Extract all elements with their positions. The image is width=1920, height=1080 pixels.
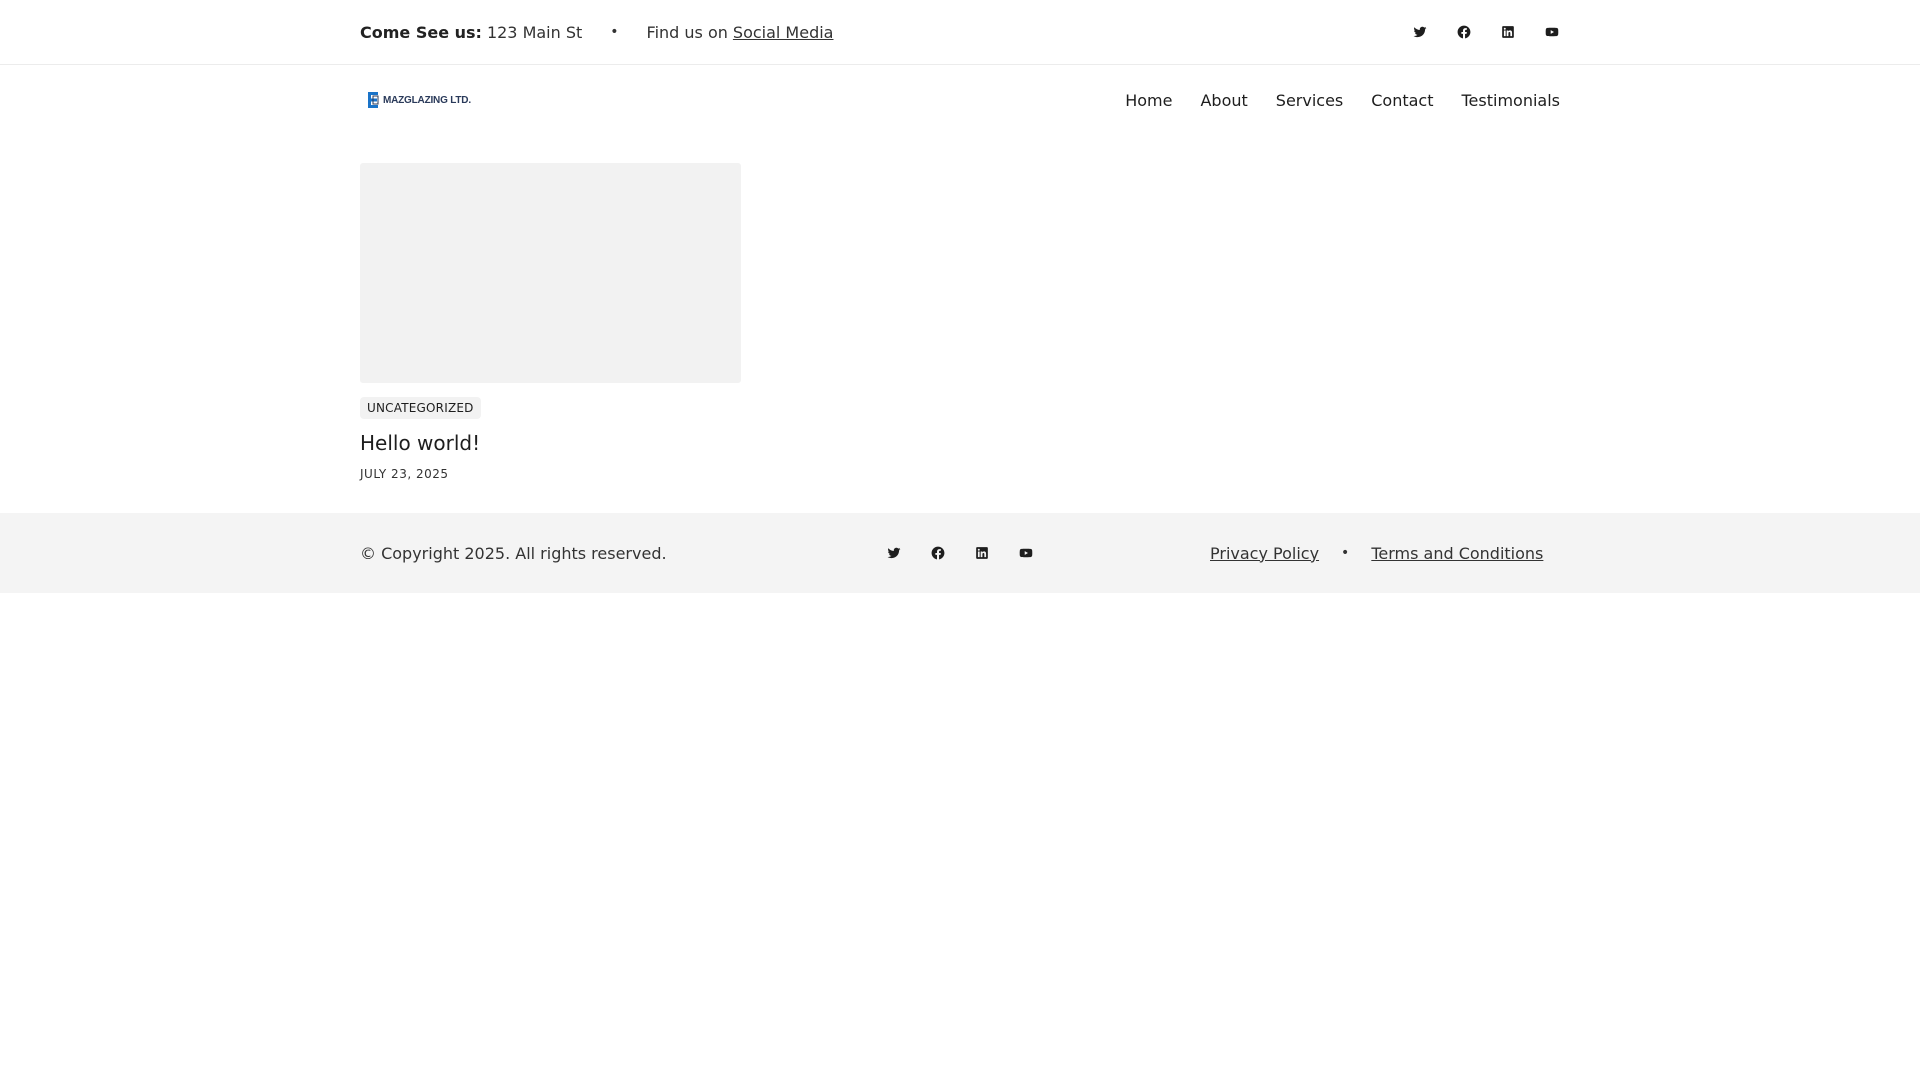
post-category-badge[interactable]: UNCATEGORIZED [360, 397, 481, 419]
terms-link[interactable]: Terms and Conditions [1371, 544, 1543, 563]
social-media-link[interactable]: Social Media [733, 23, 834, 42]
address-text: 123 Main St [486, 22, 583, 42]
top-bar: Come See us: 123 Main St • Find us on So… [0, 0, 1920, 65]
site-footer: © Copyright 2025. All rights reserved. P… [0, 513, 1920, 593]
youtube-icon[interactable] [1544, 24, 1560, 40]
youtube-icon[interactable] [1018, 545, 1034, 561]
linkedin-icon[interactable] [974, 545, 990, 561]
main-content: UNCATEGORIZED Hello world! JULY 23, 2025 [0, 135, 1920, 513]
footer-links: Privacy Policy • Terms and Conditions [1210, 544, 1543, 563]
site-header: MAZGLAZING LTD. Home About Services Cont… [0, 65, 1920, 135]
site-logo[interactable]: MAZGLAZING LTD. [368, 92, 471, 108]
logo-text: MAZGLAZING LTD. [383, 94, 471, 106]
nav-contact[interactable]: Contact [1371, 91, 1433, 110]
nav-services[interactable]: Services [1276, 91, 1343, 110]
linkedin-icon[interactable] [1500, 24, 1516, 40]
privacy-policy-link[interactable]: Privacy Policy [1210, 544, 1319, 563]
separator-dot: • [1341, 545, 1350, 561]
twitter-icon[interactable] [886, 545, 902, 561]
nav-home[interactable]: Home [1125, 91, 1172, 110]
visit-label: Come See us: [360, 22, 482, 42]
twitter-icon[interactable] [1412, 24, 1428, 40]
copyright-text: © Copyright 2025. All rights reserved. [360, 543, 667, 563]
post-card: UNCATEGORIZED Hello world! JULY 23, 2025 [360, 163, 741, 481]
contact-info: Come See us: 123 Main St • Find us on So… [360, 23, 833, 42]
post-title[interactable]: Hello world! [360, 431, 741, 455]
facebook-icon[interactable] [1456, 24, 1472, 40]
top-social-icons [1412, 24, 1560, 40]
separator-dot: • [610, 24, 619, 40]
facebook-icon[interactable] [930, 545, 946, 561]
post-date: JULY 23, 2025 [360, 467, 449, 481]
nav-testimonials[interactable]: Testimonials [1462, 91, 1561, 110]
main-nav: Home About Services Contact Testimonials [1125, 91, 1560, 110]
find-us-text: Find us on [646, 22, 728, 42]
nav-about[interactable]: About [1200, 91, 1247, 110]
footer-social-icons [886, 545, 1210, 561]
logo-mark-icon [368, 92, 379, 108]
post-thumbnail-placeholder[interactable] [360, 163, 741, 383]
